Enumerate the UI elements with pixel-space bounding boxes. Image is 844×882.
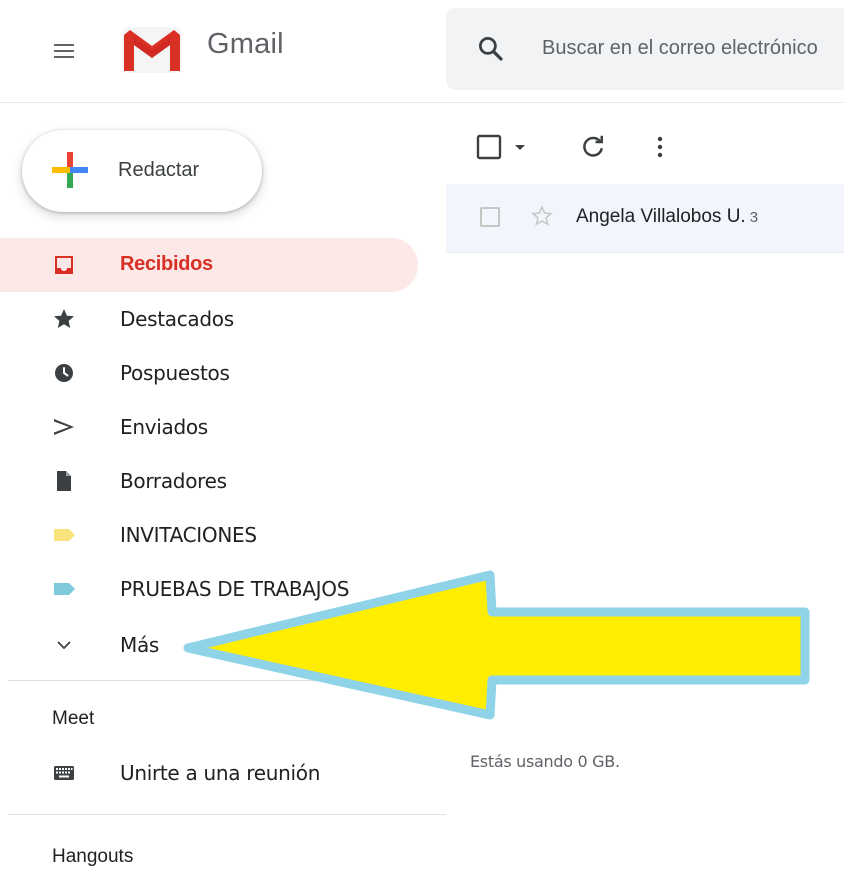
nav-label: Borradores	[120, 469, 227, 493]
sender-name: Angela Villalobos U.	[576, 206, 746, 227]
send-icon	[52, 415, 76, 439]
caret-down-icon[interactable]	[510, 132, 530, 162]
nav-label: Recibidos	[120, 253, 213, 275]
hangouts-section-title: Hangouts	[52, 846, 134, 867]
email-row[interactable]: Angela Villalobos U. 3	[446, 184, 844, 253]
refresh-icon[interactable]	[578, 132, 608, 162]
storage-usage: Estás usando 0 GB.	[470, 752, 620, 771]
thread-count: 3	[749, 209, 759, 226]
search-bar[interactable]	[446, 8, 844, 90]
nav-item-invitaciones[interactable]: INVITACIONES	[0, 508, 418, 562]
star-outline-icon[interactable]	[530, 204, 554, 228]
compose-button[interactable]: Redactar	[22, 130, 262, 212]
nav-item-sent[interactable]: Enviados	[0, 400, 418, 454]
draft-icon	[52, 469, 76, 493]
nav-label: Enviados	[120, 415, 208, 439]
more-vert-icon[interactable]	[645, 132, 675, 162]
join-meeting-item[interactable]: Unirte a una reunión	[0, 746, 418, 800]
email-sender: Angela Villalobos U. 3	[576, 206, 758, 228]
nav-label: Unirte a una reunión	[120, 761, 321, 785]
nav-label: Pospuestos	[120, 361, 230, 385]
meet-section-title: Meet	[52, 708, 95, 729]
compose-label: Redactar	[118, 159, 200, 181]
star-icon	[52, 307, 76, 331]
header-divider	[0, 102, 844, 103]
inbox-icon	[52, 253, 76, 277]
app-name: Gmail	[207, 28, 284, 60]
row-checkbox[interactable]	[480, 207, 500, 227]
search-icon[interactable]	[476, 34, 506, 64]
compose-plus-icon	[50, 150, 90, 190]
gmail-logo-icon	[120, 25, 184, 75]
search-input[interactable]	[542, 30, 844, 66]
nav-item-inbox[interactable]: Recibidos	[0, 238, 418, 292]
nav-item-snoozed[interactable]: Pospuestos	[0, 346, 418, 400]
chevron-down-icon	[52, 633, 76, 657]
hamburger-menu-icon[interactable]	[52, 40, 76, 60]
nav-label: Destacados	[120, 307, 234, 331]
nav-item-drafts[interactable]: Borradores	[0, 454, 418, 508]
nav-item-starred[interactable]: Destacados	[0, 292, 418, 346]
label-icon	[52, 577, 76, 601]
clock-icon	[52, 361, 76, 385]
section-divider	[8, 814, 446, 815]
annotation-arrow	[150, 560, 820, 730]
select-all-checkbox-icon[interactable]	[474, 132, 504, 162]
nav-label: INVITACIONES	[120, 523, 257, 547]
label-icon	[52, 523, 76, 547]
keyboard-icon	[52, 761, 76, 785]
